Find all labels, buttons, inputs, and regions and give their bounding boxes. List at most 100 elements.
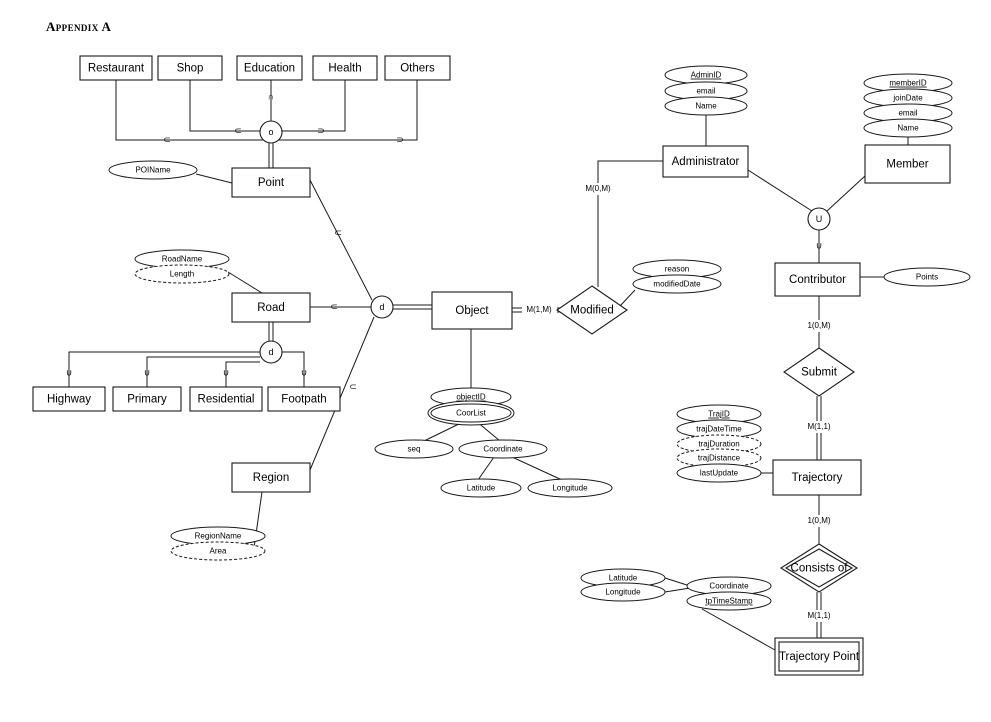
attribute-coordinate-obj[interactable]: Coordinate	[458, 439, 548, 459]
relationship-label: Submit	[801, 367, 838, 379]
entity-contributor[interactable]: Contributor	[774, 262, 861, 297]
relationship-label: Modified	[570, 305, 613, 317]
attribute-area[interactable]: Area	[170, 541, 266, 561]
subset-symbol-subset-footpath: ∪	[301, 367, 308, 377]
entity-label: Health	[328, 63, 361, 75]
subset-symbol-subset-road: ⊂	[330, 301, 338, 311]
specialization-circle-object-spec[interactable]: d	[370, 295, 394, 319]
attribute-seq[interactable]: seq	[374, 439, 454, 459]
line-roadattrs-to-road	[227, 271, 263, 294]
entity-administrator[interactable]: Administrator	[662, 145, 749, 178]
entity-residential[interactable]: Residential	[189, 386, 263, 412]
attribute-poiname[interactable]: POIName	[108, 160, 198, 180]
key-attribute-label: tpTimeStamp	[705, 597, 753, 606]
subset-symbol-subset-others: ⊃	[396, 134, 404, 144]
subset-symbol-subset-shop: ⊂	[234, 125, 242, 135]
entity-label: Point	[258, 177, 285, 189]
entity-point[interactable]: Point	[231, 167, 311, 198]
attribute-label: Coordinate	[709, 582, 749, 591]
relationship-submit[interactable]: Submit	[783, 347, 855, 397]
attribute-label: CoorList	[456, 409, 487, 418]
entity-label: Trajectory	[792, 472, 843, 484]
attribute-label: Area	[210, 547, 227, 556]
attribute-label: Name	[897, 124, 919, 133]
line-modifiedattrs-to-modified	[619, 289, 636, 307]
subset-symbol-subset-region: ⊂	[349, 381, 357, 391]
entity-others[interactable]: Others	[384, 55, 451, 81]
entity-label: Restaurant	[88, 63, 145, 75]
entity-region[interactable]: Region	[231, 462, 311, 493]
entity-label: Member	[886, 159, 928, 171]
subset-symbol-subset-highway: ∪	[66, 367, 73, 377]
relationship-modified[interactable]: Modified	[556, 285, 628, 335]
subset-symbols-layer: ⊂ ⊂ ∩ ⊃ ⊃ ⊂ ⊂ ⊂ ∪ ∪ ∪ ∪ ∪	[66, 91, 823, 391]
attribute-length[interactable]: Length	[134, 264, 230, 284]
entity-label: Object	[455, 305, 489, 317]
attribute-latitude-obj[interactable]: Latitude	[440, 478, 522, 498]
line-shop-to-point-spec	[189, 80, 260, 132]
attribute-longitude-tp[interactable]: Longitude	[580, 582, 666, 602]
line-tpattrs-to-trajectorypoint	[701, 608, 776, 651]
entity-label: Trajectory Point	[779, 651, 860, 663]
entity-footpath[interactable]: Footpath	[267, 386, 341, 412]
entity-label: Road	[257, 302, 285, 314]
attribute-label: POIName	[135, 166, 171, 175]
entity-primary[interactable]: Primary	[112, 386, 182, 412]
cardinality-label-card-object-modified: M(1,M)	[526, 305, 552, 314]
entity-education[interactable]: Education	[236, 55, 303, 81]
entity-shop[interactable]: Shop	[157, 55, 223, 81]
entity-member[interactable]: Member	[864, 144, 951, 184]
cardinality-labels-layer: M(0,M) M(1,M) 1(0,M) M(1,1) 1(0,M) M(1,1)	[522, 183, 836, 622]
attribute-coorlist[interactable]: CoorList	[427, 400, 515, 426]
attributes-layer: POINameRoadNameLengthRegionNameAreaobjec…	[108, 65, 971, 611]
attribute-lastupdate[interactable]: lastUpdate	[676, 463, 762, 483]
attribute-adminid[interactable]: AdminID	[664, 65, 748, 85]
attribute-modifieddate[interactable]: modifiedDate	[632, 274, 722, 294]
attribute-label: seq	[408, 445, 421, 454]
entity-trajectorypoint[interactable]: Trajectory Point	[774, 637, 864, 676]
entity-label: Contributor	[789, 274, 846, 286]
line-coordinate-to-longitude	[511, 456, 563, 481]
subset-symbol-subset-residential: ∪	[223, 367, 230, 377]
entity-road[interactable]: Road	[231, 292, 311, 323]
attribute-label: Coordinate	[483, 445, 523, 454]
attribute-label: Longitude	[605, 588, 641, 597]
subset-symbol-subset-contributor: ∪	[816, 240, 823, 250]
line-longitude-to-coordinate-tp	[664, 587, 691, 593]
attribute-longitude-obj[interactable]: Longitude	[527, 478, 613, 498]
attribute-label: RoadName	[162, 255, 203, 264]
attribute-member-name[interactable]: Name	[863, 118, 953, 138]
cardinality-label-card-admin-modified: M(0,M)	[585, 184, 611, 193]
entity-object[interactable]: Object	[431, 291, 513, 330]
attribute-points[interactable]: Points	[883, 267, 971, 287]
specialization-circle-union-cat[interactable]: U	[807, 207, 831, 231]
attribute-label: modifiedDate	[653, 280, 701, 289]
entity-health[interactable]: Health	[312, 55, 378, 81]
relationship-consistsof[interactable]: Consists of	[779, 543, 859, 593]
line-member-to-union	[826, 175, 866, 212]
entity-restaurant[interactable]: Restaurant	[79, 55, 153, 81]
attribute-tptimestamp[interactable]: tpTimeStamp	[686, 591, 772, 611]
key-attribute-label: objectID	[456, 393, 486, 402]
attribute-label: lastUpdate	[700, 469, 739, 478]
entity-highway[interactable]: Highway	[32, 386, 106, 412]
attribute-label: email	[696, 87, 715, 96]
key-attribute-label: TrajID	[708, 410, 730, 419]
entity-label: Others	[400, 63, 435, 75]
entity-label: Education	[244, 63, 295, 75]
subset-symbol-subset-restaurant: ⊂	[163, 134, 171, 144]
specialization-circle-point-spec[interactable]: o	[259, 120, 283, 144]
line-poiname-to-point	[195, 173, 233, 184]
entity-label: Region	[253, 472, 289, 484]
attribute-label: joinDate	[892, 94, 923, 103]
cardinality-label-card-contrib-submit: 1(0,M)	[807, 321, 830, 330]
specialization-circle-label: o	[268, 127, 273, 137]
entity-label: Administrator	[672, 156, 740, 168]
subset-symbol-subset-primary: ∪	[144, 367, 151, 377]
entity-trajectory[interactable]: Trajectory	[772, 459, 862, 496]
line-point-to-object-spec	[309, 179, 373, 301]
attribute-label: Name	[695, 102, 717, 111]
specialization-circle-road-spec[interactable]: d	[259, 340, 283, 364]
attribute-admin-name[interactable]: Name	[664, 96, 748, 116]
entity-label: Shop	[177, 63, 204, 75]
